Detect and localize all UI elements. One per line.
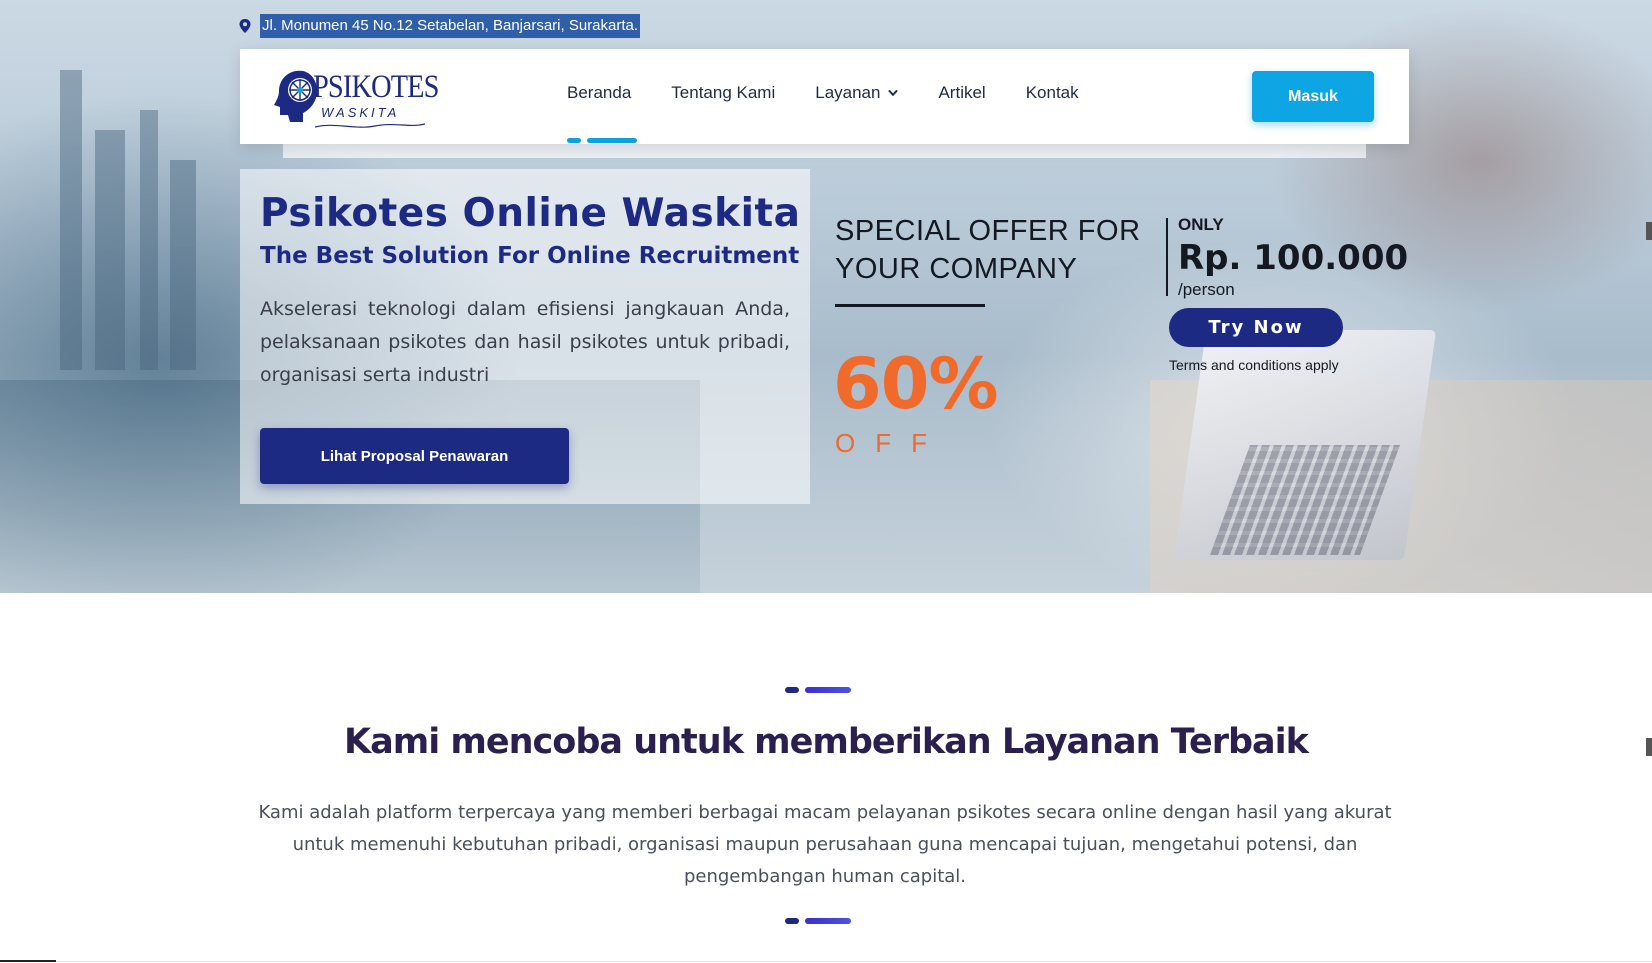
- hero-subtitle: The Best Solution For Online Recruitment: [260, 243, 800, 269]
- edge-fragment: [1646, 738, 1652, 756]
- try-now-button[interactable]: Try Now: [1169, 308, 1343, 347]
- price-unit: /person: [1178, 280, 1235, 299]
- nav-item-beranda[interactable]: Beranda: [567, 83, 631, 103]
- nav-active-indicator: [567, 138, 637, 143]
- site-logo[interactable]: PSIKOTES WASKITA: [273, 65, 439, 128]
- nav-item-layanan[interactable]: Layanan: [815, 83, 898, 103]
- login-button[interactable]: Masuk: [1252, 71, 1374, 122]
- price-value: Rp. 100.000: [1178, 238, 1409, 278]
- hero-intro-card: Psikotes Online Waskita The Best Solutio…: [240, 169, 810, 504]
- address-bar: Jl. Monumen 45 No.12 Setabelan, Banjarsa…: [238, 14, 641, 38]
- hero-bg-building: [140, 110, 158, 370]
- section-divider-bottom: [785, 918, 851, 924]
- promo-discount: 60%: [833, 343, 999, 425]
- nav-item-artikel[interactable]: Artikel: [938, 83, 985, 103]
- hero-bg-building: [95, 130, 125, 370]
- hero-description: Akselerasi teknologi dalam efisiensi jan…: [260, 298, 790, 386]
- nav-item-layanan-label: Layanan: [815, 83, 881, 102]
- chevron-down-icon: [888, 90, 898, 97]
- hero-bg-building: [170, 160, 196, 370]
- logo-title: PSIKOTES: [313, 69, 439, 105]
- hero-title: Psikotes Online Waskita: [260, 191, 801, 236]
- navbar-underlay: [283, 144, 1366, 158]
- nav-item-tentang-kami[interactable]: Tentang Kami: [671, 83, 775, 103]
- navbar: PSIKOTES WASKITA Beranda Tentang Kami La…: [240, 49, 1409, 144]
- page-bottom-edge: [0, 958, 1652, 963]
- nav-links: Beranda Tentang Kami Layanan Artikel Kon…: [567, 83, 1119, 103]
- address-text: Jl. Monumen 45 No.12 Setabelan, Banjarsa…: [260, 14, 641, 38]
- services-description: Kami adalah platform terpercaya yang mem…: [258, 802, 1392, 887]
- hero-bg-building: [60, 70, 82, 370]
- edge-fragment: [1646, 222, 1652, 240]
- logo-subtitle: WASKITA: [321, 105, 400, 120]
- promo-divider: [835, 304, 985, 307]
- nav-item-kontak[interactable]: Kontak: [1026, 83, 1079, 103]
- price-divider: [1166, 218, 1168, 296]
- map-pin-icon: [239, 19, 251, 33]
- promo-headline: SPECIAL OFFER FOR YOUR COMPANY: [835, 215, 1141, 285]
- promo-discount-suffix: OFF: [835, 428, 947, 458]
- view-proposal-button[interactable]: Lihat Proposal Penawaran: [260, 428, 569, 484]
- terms-note: Terms and conditions apply: [1169, 357, 1339, 373]
- logo-underline-swoosh: [315, 123, 425, 128]
- price-only-label: ONLY: [1178, 215, 1224, 234]
- services-title: Kami mencoba untuk memberikan Layanan Te…: [344, 722, 1309, 762]
- section-divider-top: [785, 687, 851, 693]
